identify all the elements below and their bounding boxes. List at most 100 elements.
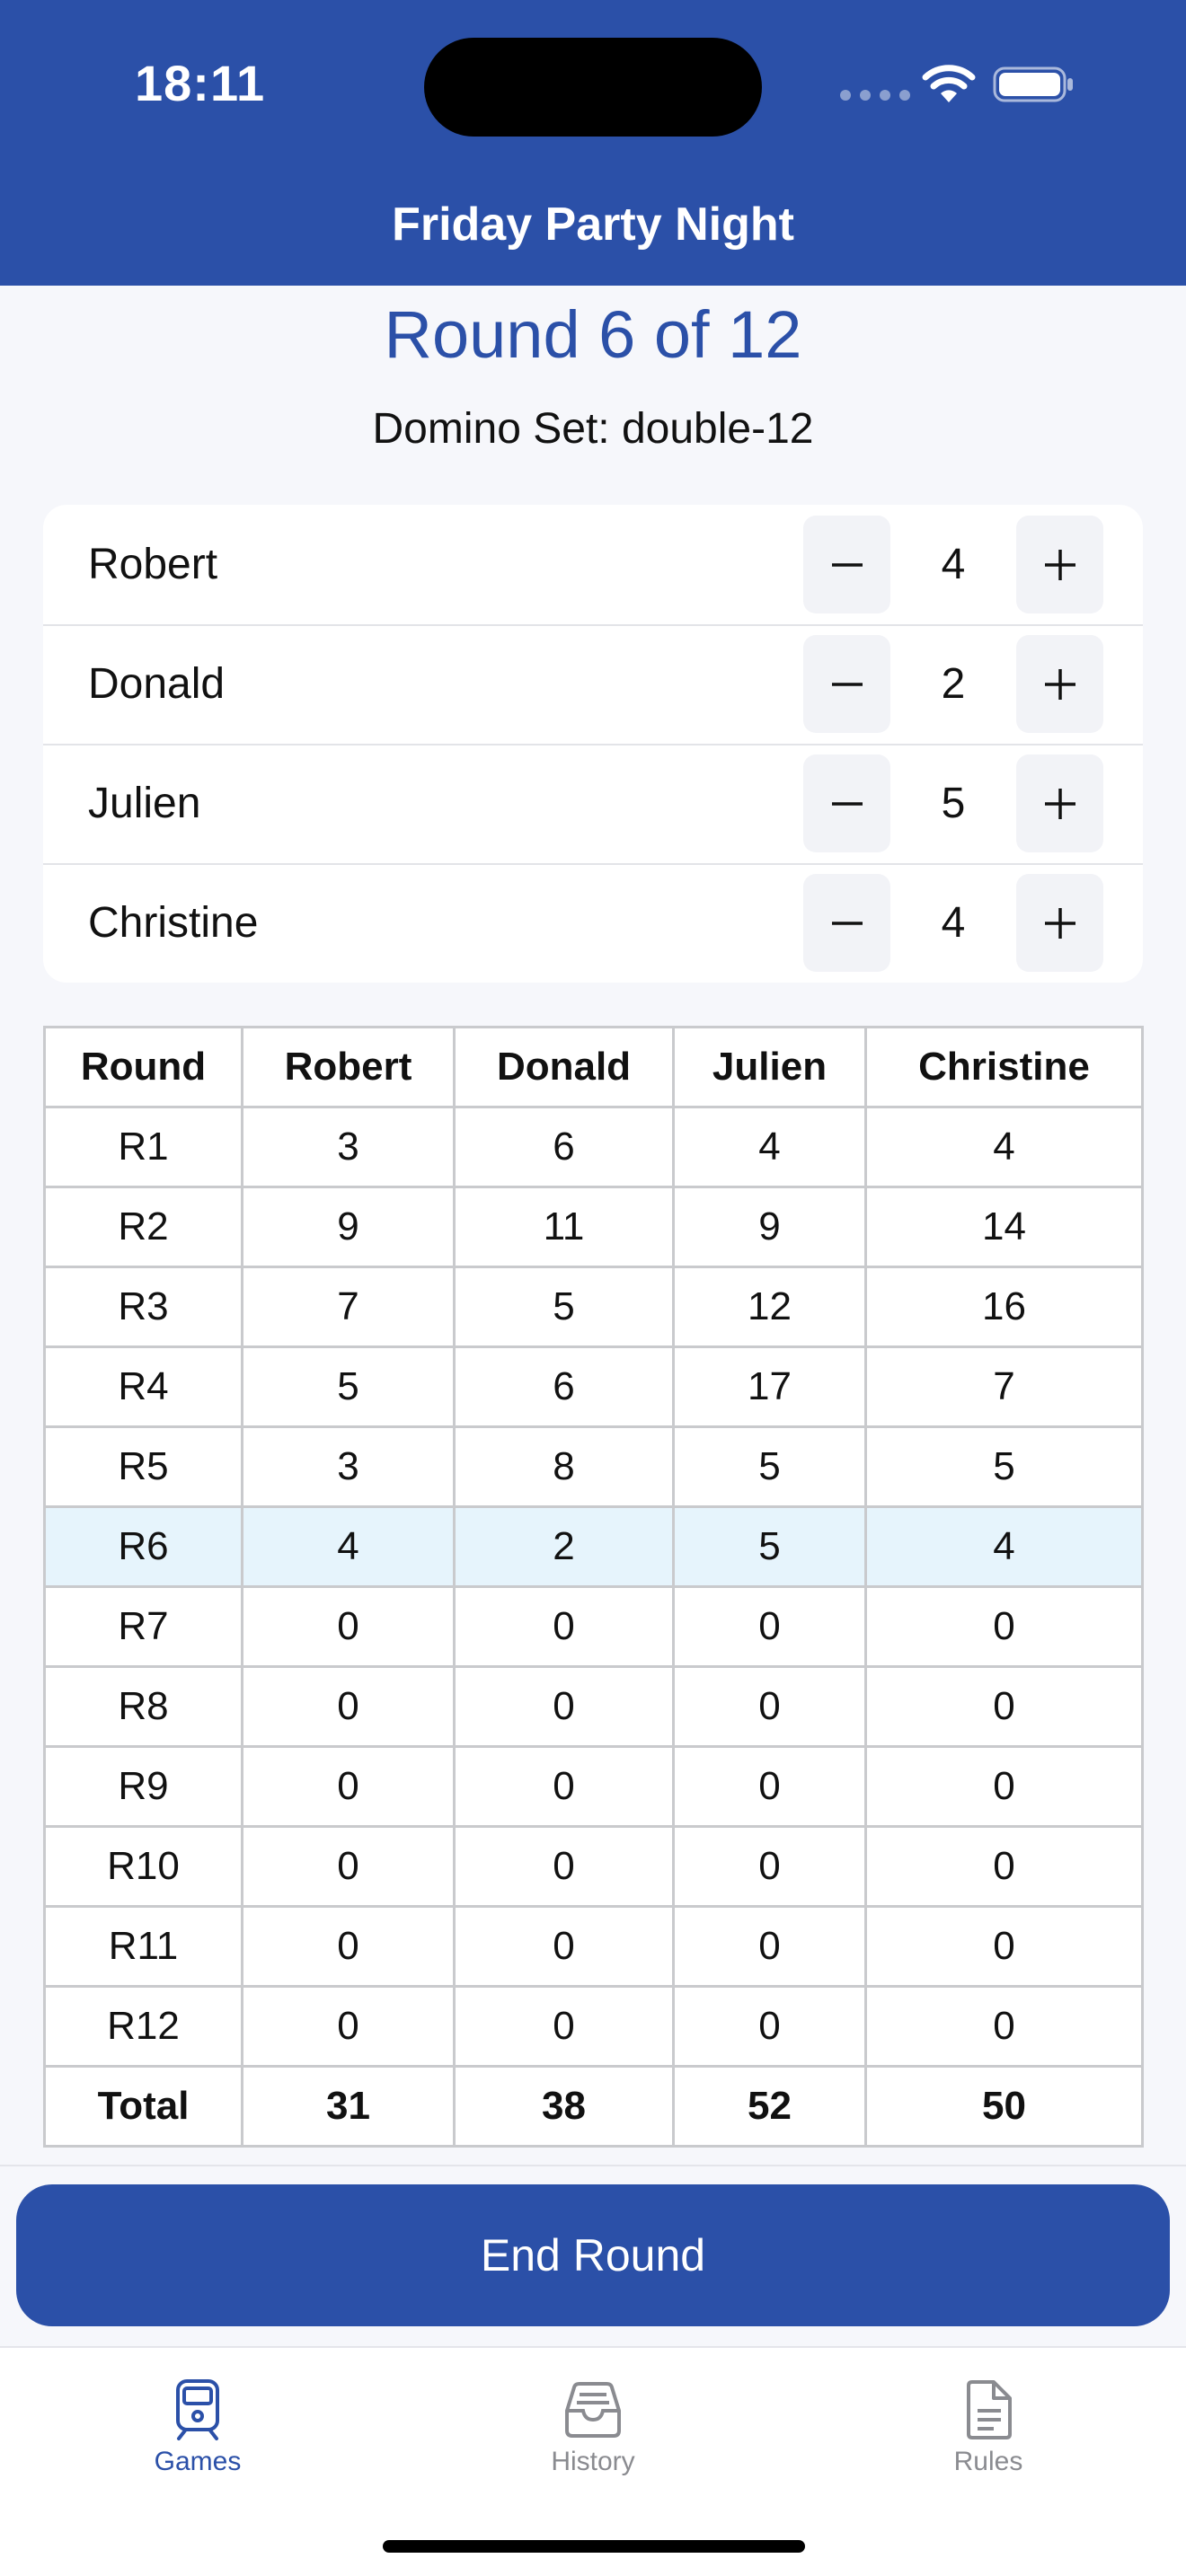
score-cell: 0 bbox=[241, 1665, 456, 1748]
score-cell: 0 bbox=[864, 1825, 1144, 1908]
minus-icon bbox=[831, 921, 863, 925]
tab-label: Games bbox=[154, 2447, 242, 2476]
score-cell: 2 bbox=[453, 1505, 675, 1588]
end-round-button[interactable]: End Round bbox=[16, 2184, 1170, 2326]
tab-history[interactable]: History bbox=[485, 2366, 701, 2501]
decrement-button[interactable] bbox=[803, 874, 890, 972]
total-row: Total 31 38 52 50 bbox=[43, 2065, 1144, 2148]
decrement-button[interactable] bbox=[803, 754, 890, 852]
round-cell: R12 bbox=[43, 1985, 243, 2068]
score-cell: 0 bbox=[864, 1985, 1144, 2068]
score-cell: 0 bbox=[453, 1825, 675, 1908]
increment-button[interactable] bbox=[1016, 874, 1103, 972]
column-header: Donald bbox=[453, 1026, 675, 1108]
battery-icon bbox=[993, 66, 1073, 102]
tab-rules[interactable]: Rules bbox=[881, 2366, 1096, 2501]
table-row: R5 3 8 5 5 bbox=[43, 1425, 1144, 1508]
table-row: R9 0 0 0 0 bbox=[43, 1745, 1144, 1828]
score-cell: 0 bbox=[672, 1985, 867, 2068]
score-cell: 0 bbox=[241, 1825, 456, 1908]
score-cell: 0 bbox=[453, 1745, 675, 1828]
table-header-row: Round Robert Donald Julien Christine bbox=[43, 1026, 1144, 1108]
score-cell: 0 bbox=[453, 1905, 675, 1988]
player-name: Donald bbox=[88, 660, 226, 708]
score-cell: 14 bbox=[864, 1186, 1144, 1268]
score-cell: 11 bbox=[453, 1186, 675, 1268]
score-stepper: 2 bbox=[803, 635, 1103, 733]
score-cell: 0 bbox=[864, 1905, 1144, 1988]
score-cell: 0 bbox=[672, 1585, 867, 1668]
section-divider bbox=[0, 2165, 1186, 2166]
tab-games[interactable]: Games bbox=[90, 2366, 305, 2501]
round-title: Round 6 of 12 bbox=[384, 297, 802, 372]
score-cell: 0 bbox=[241, 1985, 456, 2068]
increment-button[interactable] bbox=[1016, 635, 1103, 733]
increment-button[interactable] bbox=[1016, 754, 1103, 852]
round-cell: R6 bbox=[43, 1505, 243, 1588]
score-stepper: 4 bbox=[803, 874, 1103, 972]
round-cell: R8 bbox=[43, 1665, 243, 1748]
round-cell: R4 bbox=[43, 1345, 243, 1428]
score-cell: 17 bbox=[672, 1345, 867, 1428]
score-cell: 0 bbox=[241, 1905, 456, 1988]
document-icon bbox=[967, 2380, 1012, 2439]
score-cell: 0 bbox=[453, 1985, 675, 2068]
score-cell: 5 bbox=[672, 1425, 867, 1508]
table-row: R10 0 0 0 0 bbox=[43, 1825, 1144, 1908]
player-row-robert: Robert 4 bbox=[43, 505, 1143, 624]
score-cell: 9 bbox=[672, 1186, 867, 1268]
score-cell: 0 bbox=[672, 1905, 867, 1988]
minus-icon bbox=[831, 682, 863, 686]
plus-icon bbox=[1044, 907, 1075, 939]
total-cell: 52 bbox=[672, 2065, 867, 2148]
decrement-button[interactable] bbox=[803, 635, 890, 733]
score-cell: 4 bbox=[672, 1106, 867, 1188]
table-row: R3 7 5 12 16 bbox=[43, 1266, 1144, 1348]
game-title: Friday Party Night bbox=[392, 198, 794, 251]
score-value: 4 bbox=[941, 541, 966, 588]
increment-button[interactable] bbox=[1016, 516, 1103, 613]
score-cell: 0 bbox=[672, 1745, 867, 1828]
minus-icon bbox=[831, 562, 863, 567]
total-cell: 38 bbox=[453, 2065, 675, 2148]
score-cell: 6 bbox=[453, 1106, 675, 1188]
round-cell: R1 bbox=[43, 1106, 243, 1188]
table-row: R7 0 0 0 0 bbox=[43, 1585, 1144, 1668]
decrement-button[interactable] bbox=[803, 516, 890, 613]
round-cell: R5 bbox=[43, 1425, 243, 1508]
score-cell: 16 bbox=[864, 1266, 1144, 1348]
signal-dots-icon bbox=[840, 90, 910, 101]
column-header: Round bbox=[43, 1026, 243, 1108]
score-cell: 0 bbox=[453, 1665, 675, 1748]
player-row-christine: Christine 4 bbox=[43, 863, 1143, 983]
score-cell: 12 bbox=[672, 1266, 867, 1348]
player-row-julien: Julien 5 bbox=[43, 744, 1143, 863]
train-icon bbox=[176, 2379, 219, 2440]
total-label: Total bbox=[43, 2065, 243, 2148]
column-header: Christine bbox=[864, 1026, 1144, 1108]
score-cell: 4 bbox=[864, 1505, 1144, 1588]
score-cell: 5 bbox=[453, 1266, 675, 1348]
score-cell: 5 bbox=[864, 1425, 1144, 1508]
app-header: 18:11 Friday Party Night bbox=[0, 0, 1186, 286]
table-row: R11 0 0 0 0 bbox=[43, 1905, 1144, 1988]
score-cell: 7 bbox=[864, 1345, 1144, 1428]
home-indicator bbox=[383, 2540, 805, 2553]
round-cell: R3 bbox=[43, 1266, 243, 1348]
tab-label: Rules bbox=[953, 2447, 1023, 2476]
score-value: 5 bbox=[941, 780, 966, 827]
score-cell: 0 bbox=[864, 1745, 1144, 1828]
plus-icon bbox=[1044, 668, 1075, 700]
score-cell: 4 bbox=[864, 1106, 1144, 1188]
score-value: 4 bbox=[941, 899, 966, 947]
score-table: Round Robert Donald Julien Christine R1 3… bbox=[43, 1026, 1144, 2148]
round-cell: R11 bbox=[43, 1905, 243, 1988]
tray-icon bbox=[565, 2382, 621, 2438]
minus-icon bbox=[831, 801, 863, 806]
score-cell: 5 bbox=[672, 1505, 867, 1588]
score-cell: 4 bbox=[241, 1505, 456, 1588]
plus-icon bbox=[1044, 788, 1075, 819]
table-row: R8 0 0 0 0 bbox=[43, 1665, 1144, 1748]
score-cell: 0 bbox=[672, 1825, 867, 1908]
status-time: 18:11 bbox=[135, 55, 266, 111]
